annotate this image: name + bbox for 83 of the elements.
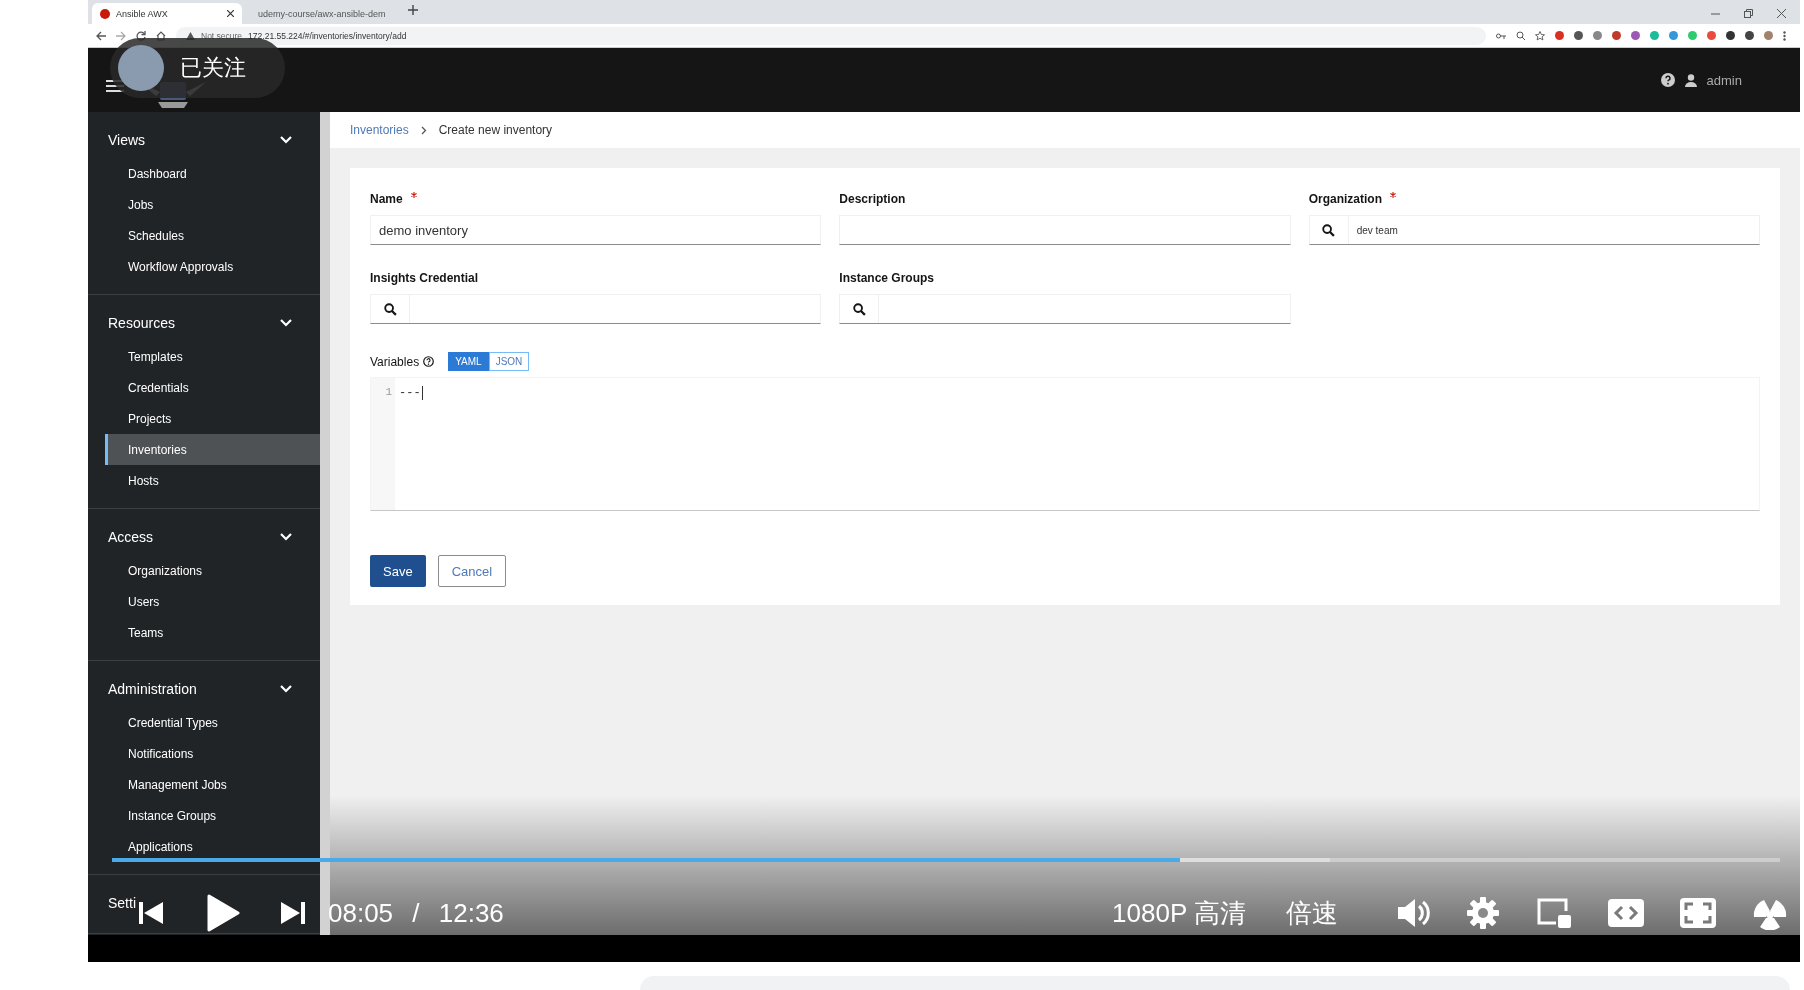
user-name[interactable]: admin [1706,72,1742,88]
search-icon[interactable] [852,302,866,316]
field-label: Organization [1308,192,1382,206]
breadcrumb-current: Create new inventory [438,123,553,137]
extension-icon[interactable] [1612,31,1621,40]
input-field[interactable]: demo inventory [370,215,822,245]
security-label: Not secure [201,30,243,41]
next-icon[interactable] [280,900,306,926]
nav-item[interactable]: Schedules [105,220,320,251]
mode-toggle[interactable]: YAML [448,352,489,371]
browser-tab[interactable]: udemy-course/awx-ansible-dem [244,3,394,24]
speed-menu[interactable]: 倍速 [1286,895,1338,931]
nav-item[interactable]: Instance Groups [105,800,320,831]
breadcrumb-link[interactable]: Inventories [350,123,409,137]
mode-toggle[interactable]: JSON [488,352,530,371]
home-icon[interactable] [156,30,166,41]
line-number: 1 [384,386,392,398]
lookup-field[interactable] [370,294,822,324]
field-label: Description [839,192,906,206]
nav-section-title[interactable]: Resources [108,315,175,331]
nav-item[interactable]: Teams [105,617,320,648]
app-logo-icon [100,8,110,19]
required-asterisk-icon [410,192,417,198]
help-icon[interactable] [423,356,435,367]
nav-item[interactable]: Users [105,586,320,617]
input-field[interactable] [839,215,1291,245]
close-icon[interactable] [1777,9,1786,18]
play-icon[interactable] [206,894,240,932]
nav-item[interactable]: Jobs [105,189,320,220]
reload-icon[interactable] [136,30,146,41]
nav-section-title[interactable]: Views [108,132,146,148]
user-icon [1684,73,1697,87]
scrollbar[interactable] [320,112,330,935]
field-label: Instance Groups [839,271,934,285]
nav-item[interactable]: Hosts [105,465,320,496]
nav-item[interactable]: Workflow Approvals [105,251,320,282]
widescreen-icon[interactable] [1608,899,1644,927]
code-line: --- [399,386,423,400]
lookup-field[interactable]: dev team [1308,215,1760,245]
nav-section-title[interactable]: Administration [108,681,197,697]
field-label: Name [370,192,403,206]
nav-item[interactable]: Inventories [105,434,320,465]
picture-in-picture-icon[interactable] [1536,897,1572,929]
key-icon[interactable] [1496,32,1506,39]
nav-item[interactable]: Dashboard [105,158,320,189]
settings-icon[interactable] [1466,896,1500,930]
chevron-right-icon [420,125,427,135]
nav-item[interactable]: Organizations [105,555,320,586]
fullscreen-icon[interactable] [1680,898,1716,928]
search-icon[interactable] [383,302,397,316]
required-asterisk-icon [1390,192,1396,198]
search-icon[interactable] [1322,223,1336,237]
lookup-field[interactable] [839,294,1291,324]
nav-item[interactable]: Applications [105,831,320,862]
nav-item[interactable]: Credentials [105,372,320,403]
extension-icon[interactable] [1574,31,1583,40]
back-icon[interactable] [96,30,106,41]
nav-item[interactable]: Management Jobs [105,769,320,800]
nav-item[interactable]: Templates [105,341,320,372]
zoom-icon[interactable] [1516,31,1525,40]
nav-item[interactable]: Credential Types [105,707,320,738]
save-button[interactable]: Save [370,555,426,587]
quality-menu[interactable]: 1080P 高清 [1112,895,1246,931]
follow-badge[interactable]: 已关注 [110,38,285,98]
restore-icon[interactable] [1744,9,1753,18]
browser-tab[interactable]: Ansible AWX [92,3,242,24]
nav-item[interactable]: Notifications [105,738,320,769]
cancel-button[interactable]: Cancel [437,555,507,587]
star-icon[interactable] [1535,30,1545,41]
field-label: Variables [370,354,420,369]
code-editor[interactable]: 1 --- [370,377,1760,511]
extension-icon[interactable] [1745,31,1754,40]
field-label: Insights Credential [370,271,479,285]
volume-icon[interactable] [1396,897,1430,929]
nav-section-title[interactable]: Setti [108,895,136,911]
help-icon[interactable] [1660,73,1675,87]
more-icon[interactable] [1783,30,1786,41]
nav-section-title[interactable]: Access [108,529,154,545]
previous-icon[interactable] [138,900,164,926]
close-icon[interactable] [227,10,234,17]
avatar [118,45,164,91]
extension-icon[interactable] [1726,31,1735,40]
nav-item[interactable]: Projects [105,403,320,434]
